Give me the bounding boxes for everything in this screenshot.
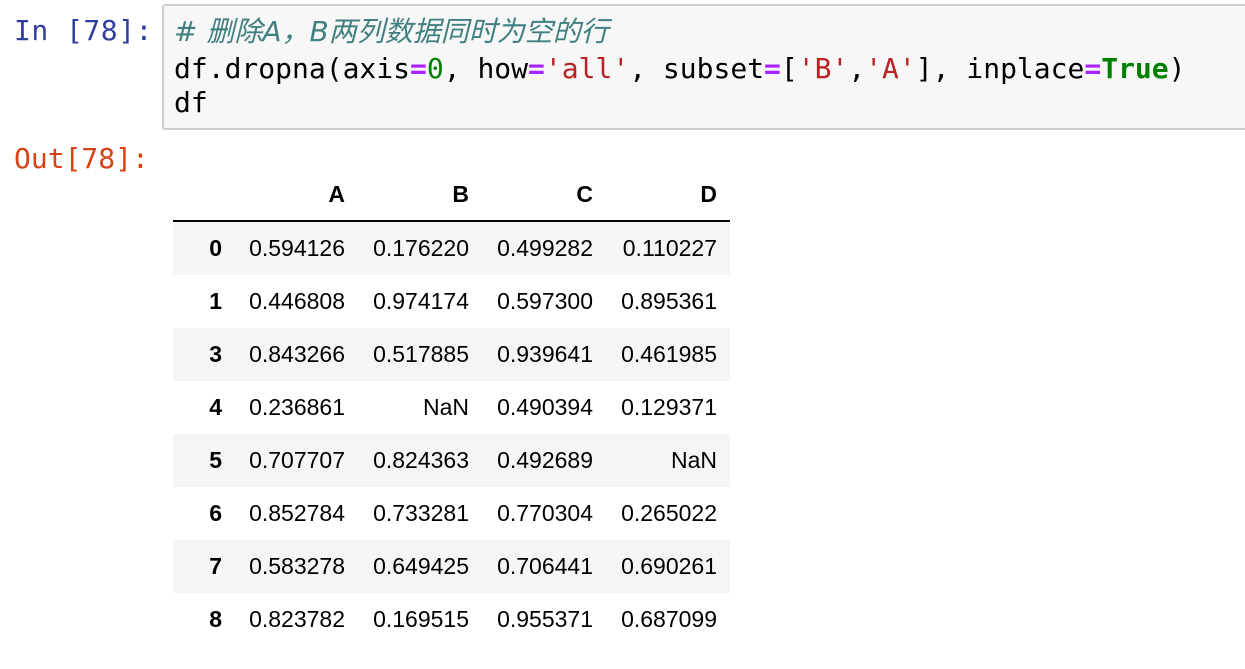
table-header-row: A B C D [173,168,730,222]
table-cell: NaN [422,394,469,420]
column-header-index [173,168,234,222]
table-cell: 0.517885 [373,341,469,367]
row-index: 7 [209,553,222,579]
code-line-3: df [174,86,208,119]
code-cell-editor[interactable]: # 删除A，B两列数据同时为空的行 df.dropna(axis=0, how=… [162,4,1245,130]
table-row: 6 0.852784 0.733281 0.770304 0.265022 [173,487,730,540]
table-cell: 0.492689 [497,447,593,473]
table-cell: 0.687099 [621,606,717,632]
table-row: 8 0.823782 0.169515 0.955371 0.687099 [173,593,730,646]
table-row: 3 0.843266 0.517885 0.939641 0.461985 [173,328,730,381]
code-operator: = [764,52,781,85]
table-cell: 0.974174 [373,288,469,314]
notebook-page: In [78]: # 删除A，B两列数据同时为空的行 df.dropna(axi… [0,0,1245,669]
table-cell: 0.176220 [373,235,469,261]
column-header-d: D [606,168,730,222]
code-token: df.dropna(axis [174,52,411,85]
code-string: 'A' [865,52,916,85]
code-comment: # 删除A，B两列数据同时为空的行 [174,15,609,48]
code-token: ) [1168,52,1186,85]
row-index: 8 [209,606,222,632]
code-token: , subset [629,52,765,85]
code-operator: = [410,52,427,85]
table-cell: 0.583278 [249,553,345,579]
code-string: 'all' [544,52,630,85]
row-index: 6 [209,500,222,526]
table-row: 7 0.583278 0.649425 0.706441 0.690261 [173,540,730,593]
row-index: 3 [209,341,222,367]
table-cell: 0.446808 [249,288,345,314]
code-operator: = [528,52,545,85]
table-cell: 0.706441 [497,553,593,579]
table-row: 4 0.236861 NaN 0.490394 0.129371 [173,381,730,434]
column-header-c: C [482,168,606,222]
table-cell: 0.110227 [622,235,717,261]
code-number: 0 [426,52,444,85]
input-prompt: In [78]: [14,14,153,47]
row-index: 0 [209,235,222,261]
code-token: , how [443,52,529,85]
table-cell: 0.594126 [249,235,345,261]
code-line-2: df.dropna(axis=0, how='all', subset=['B'… [174,53,1186,85]
table-row: 1 0.446808 0.974174 0.597300 0.895361 [173,275,730,328]
output-prompt: Out[78]: [14,142,149,175]
table-cell: 0.236861 [249,394,345,420]
code-keyword: True [1101,52,1169,85]
row-index: 1 [209,288,222,314]
table-cell: NaN [670,447,717,473]
row-index: 4 [209,394,222,420]
code-operator: = [1084,52,1102,85]
table-cell: 0.461985 [621,341,717,367]
dataframe-table: A B C D 0 0.594126 0.176220 0.499282 0.1… [173,168,730,646]
table-cell: 0.852784 [249,500,345,526]
table-cell: 0.823782 [249,606,345,632]
table-cell: 0.129371 [621,394,717,420]
table-cell: 0.895361 [621,288,717,314]
column-header-a: A [234,168,358,222]
table-cell: 0.955371 [497,606,593,632]
table-cell: 0.939641 [497,341,593,367]
code-line-1: # 删除A，B两列数据同时为空的行 [174,16,609,48]
table-cell: 0.499282 [497,235,593,261]
row-index: 5 [209,447,222,473]
code-string: 'B' [797,52,849,85]
code-token: ], inplace [915,52,1085,85]
table-cell: 0.490394 [497,394,593,420]
table-row: 0 0.594126 0.176220 0.499282 0.110227 [173,221,730,275]
table-row: 5 0.707707 0.824363 0.492689 NaN [173,434,730,487]
table-cell: 0.690261 [621,553,717,579]
code-token: , [848,52,866,85]
code-token: [ [780,52,798,85]
table-cell: 0.843266 [249,341,345,367]
table-cell: 0.649425 [373,553,469,579]
table-cell: 0.597300 [497,288,593,314]
table-cell: 0.265022 [621,500,717,526]
table-cell: 0.733281 [373,500,469,526]
table-cell: 0.169515 [373,606,469,632]
table-cell: 0.824363 [373,447,469,473]
table-cell: 0.707707 [249,447,345,473]
column-header-b: B [358,168,482,222]
table-cell: 0.770304 [497,500,593,526]
